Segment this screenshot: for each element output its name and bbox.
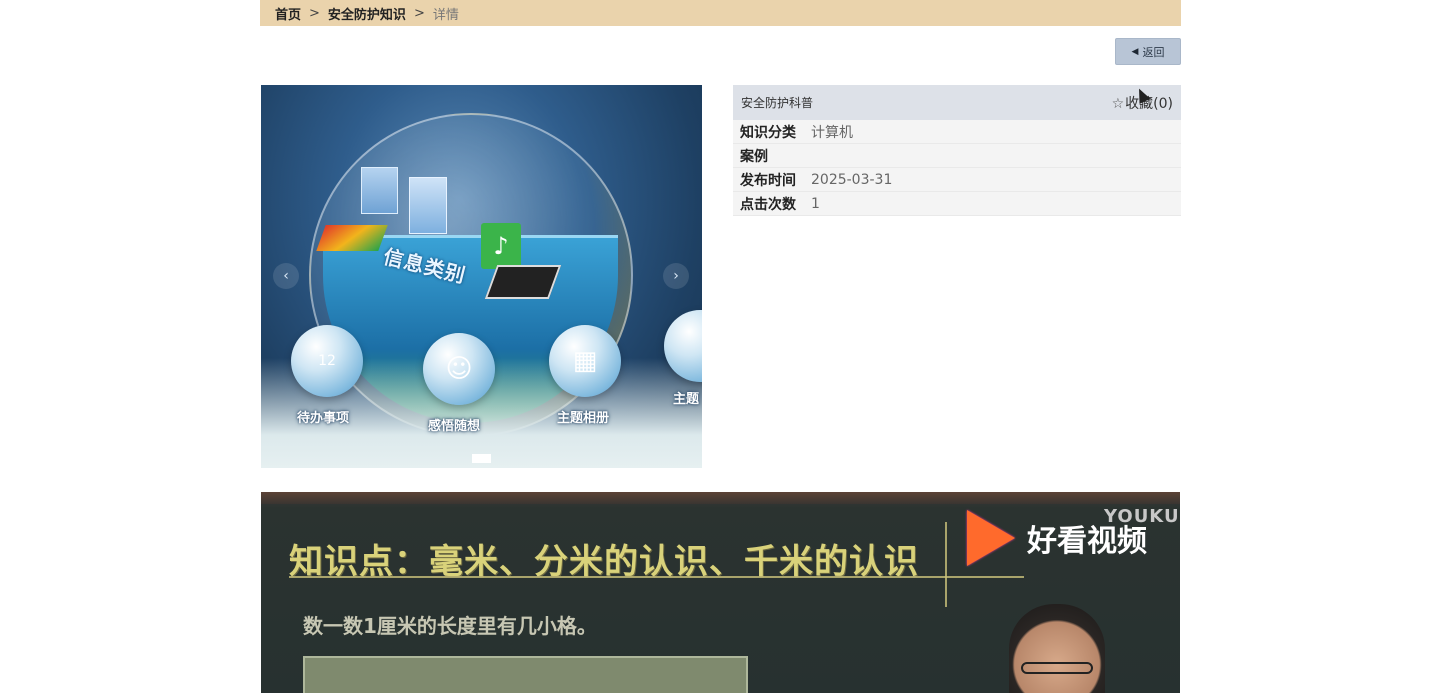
chart-panel-graphic bbox=[316, 225, 388, 251]
category-title: 安全防护科普 bbox=[741, 96, 814, 110]
info-key: 案例 bbox=[740, 148, 768, 165]
presenter-image bbox=[1009, 604, 1105, 693]
divider bbox=[945, 522, 947, 607]
breadcrumb-separator: > bbox=[413, 5, 425, 21]
breadcrumb-section-link[interactable]: 安全防护知识 bbox=[328, 4, 406, 23]
info-row: 知识分类 计算机 bbox=[733, 120, 1181, 144]
carousel-prev-button[interactable]: ‹ bbox=[273, 263, 299, 289]
back-button-label: 返回 bbox=[1142, 45, 1165, 59]
back-button[interactable]: ◀ 返回 bbox=[1115, 38, 1181, 65]
caret-left-icon: ◀ bbox=[1131, 46, 1139, 57]
breadcrumb-separator: > bbox=[309, 5, 320, 21]
breadcrumb: 首页 > 安全防护知识 > 详情 bbox=[260, 0, 1181, 26]
breadcrumb-current: 详情 bbox=[432, 7, 459, 23]
chevron-left-icon: ‹ bbox=[283, 268, 289, 284]
calendar-date: 12 bbox=[318, 353, 336, 369]
carousel-indicator[interactable] bbox=[472, 454, 491, 463]
video-player[interactable]: 知识点：毫米、分米的认识、千米的认识 数一数1厘米的长度里有几小格。 好看视频 … bbox=[261, 492, 1180, 693]
info-key: 知识分类 bbox=[740, 124, 796, 141]
video-top-strip bbox=[261, 492, 1180, 504]
chevron-right-icon: › bbox=[673, 268, 679, 284]
user-sparkle-icon: ☺ bbox=[423, 333, 495, 405]
carousel-caption: 感悟随想 bbox=[428, 419, 481, 434]
play-logo-icon bbox=[967, 510, 1015, 566]
info-row: 发布时间 2025-03-31 bbox=[733, 168, 1181, 192]
panel-graphic bbox=[409, 177, 447, 234]
info-row: 点击次数 1 bbox=[733, 192, 1181, 216]
carousel-caption: 主题相册 bbox=[557, 411, 610, 426]
info-value: 1 bbox=[811, 195, 820, 212]
carousel-caption: 待办事项 bbox=[297, 411, 350, 426]
picture-icon: ▦ bbox=[549, 325, 621, 397]
info-value: 2025-03-31 bbox=[811, 171, 893, 188]
carousel-caption: 主题 bbox=[673, 392, 700, 407]
info-value: 计算机 bbox=[811, 124, 853, 141]
watermark: YOUKU bbox=[1104, 506, 1180, 527]
info-key: 点击次数 bbox=[740, 196, 796, 213]
info-panel: 安全防护科普 ☆收藏(0) 知识分类 计算机 案例 发布时间 2025-03-3… bbox=[733, 85, 1181, 216]
panel-graphic bbox=[361, 167, 398, 214]
divider bbox=[289, 576, 1024, 578]
calendar-icon: 12 bbox=[291, 325, 363, 397]
carousel-next-button[interactable]: › bbox=[663, 263, 689, 289]
photo-panel-graphic bbox=[484, 265, 562, 299]
ruler-graphic bbox=[303, 656, 748, 693]
video-subtitle: 数一数1厘米的长度里有几小格。 bbox=[303, 614, 597, 638]
info-header: 安全防护科普 ☆收藏(0) bbox=[733, 85, 1181, 120]
info-key: 发布时间 bbox=[740, 172, 796, 189]
breadcrumb-home-link[interactable]: 首页 bbox=[275, 4, 301, 23]
image-carousel: ♪ 信息类别 12 待办事项 ☺ 感悟随想 ▦ 主题相册 主题 ‹ › bbox=[261, 85, 702, 468]
music-note-icon: ♪ bbox=[481, 223, 521, 269]
info-row: 案例 bbox=[733, 144, 1181, 168]
star-outline-icon: ☆ bbox=[1111, 95, 1125, 112]
glasses-graphic bbox=[1021, 662, 1093, 674]
